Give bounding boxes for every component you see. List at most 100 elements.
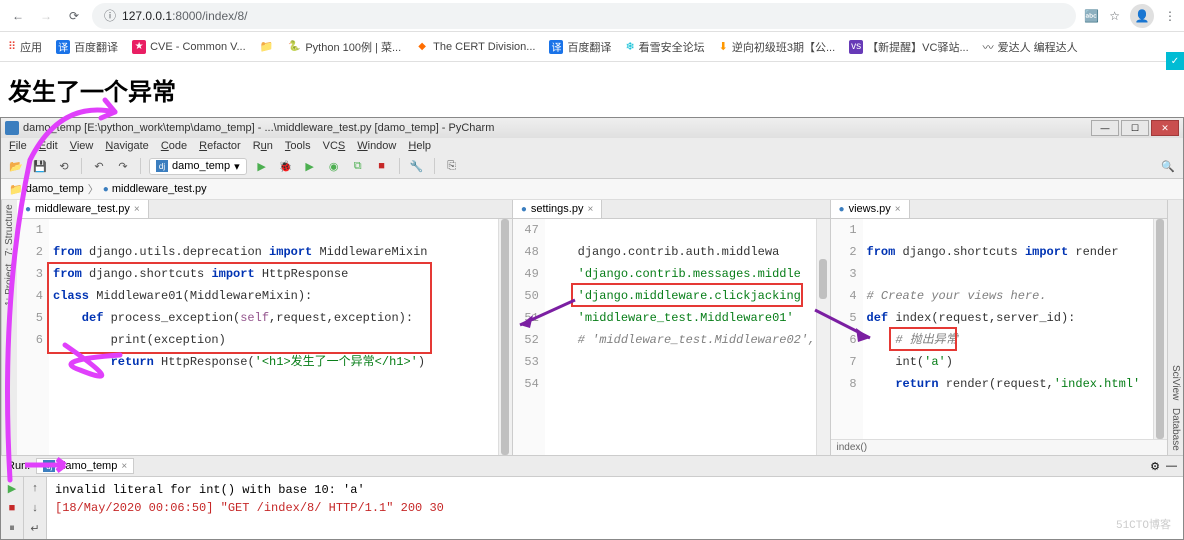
bookmark-cve[interactable]: ★CVE - Common V... [132,40,246,54]
debug-icon[interactable]: 🐞 [277,157,295,175]
bookmark-kanxue[interactable]: ❄看雪安全论坛 [625,39,704,55]
right-sidebar[interactable]: SciView Database [1167,200,1183,455]
bookmark-label: 爱达人 编程达人 [998,39,1078,55]
profile-avatar[interactable]: 👤 [1130,4,1154,28]
translate-icon[interactable]: 🔤 [1084,9,1099,23]
gear-icon[interactable]: ⚙ [1150,460,1160,473]
wrench-icon[interactable]: 🔧 [408,157,426,175]
refresh-icon[interactable]: ⟲ [55,157,73,175]
menubar: File Edit View Navigate Code Refactor Ru… [1,138,1183,154]
run-config-selector[interactable]: djdamo_temp▾ [149,158,247,175]
close-tab-icon[interactable]: × [121,461,127,472]
code-middleware[interactable]: 123456 from django.utils.deprecation imp… [17,219,512,455]
code-settings[interactable]: 4748495051525354 django.contrib.auth.mid… [513,219,830,455]
run-tab[interactable]: djdamo_temp× [36,458,134,474]
bookmark-aidaren[interactable]: 〰爱达人 编程达人 [983,39,1078,55]
stop-run-icon[interactable]: ■ [3,499,21,517]
menu-file[interactable]: File [9,140,27,152]
run-toolbar: ▶ ■ ⏸ [1,477,24,539]
star-icon[interactable]: ☆ [1109,9,1120,23]
editor-views: ●views.py× 12345678 from django.shortcut… [831,200,1167,455]
scrollbar[interactable] [498,219,512,455]
database-tab[interactable]: Database [1170,408,1181,451]
run-toolbar-2: ↑ ↓ ↵ [24,477,47,539]
minimize-button[interactable]: — [1091,120,1119,136]
redo-icon[interactable]: ↷ [114,157,132,175]
bookmark-python100[interactable]: 🐍Python 100例 | 菜... [287,39,401,55]
ide-body: 1: Project 7: Structure ● middleware_test… [1,200,1183,455]
tab-label: views.py [849,203,891,215]
bookmark-label: 百度翻译 [567,39,611,55]
menu-navigate[interactable]: Navigate [105,140,148,152]
breadcrumb-root[interactable]: 📁damo_temp [9,183,84,196]
gutter: 123456 [17,219,49,455]
down-icon[interactable]: ↓ [26,499,44,517]
run-icon[interactable]: ▶ [253,157,271,175]
menu-window[interactable]: Window [357,140,396,152]
pause-icon[interactable]: ⏸ [3,519,21,537]
profile-icon[interactable]: ◉ [325,157,343,175]
save-icon[interactable]: 💾 [31,157,49,175]
bookmark-cert[interactable]: ◆The CERT Division... [415,40,535,54]
menu-view[interactable]: View [70,140,94,152]
structure-tab[interactable]: 7: Structure [4,204,15,256]
bookmark-vc[interactable]: vs【新提醒】VC驿站... [849,39,968,55]
wrap-icon[interactable]: ↵ [26,519,44,537]
console-output[interactable]: invalid literal for int() with base 10: … [47,477,1183,539]
breadcrumb-label: middleware_test.py [112,183,207,195]
bookmark-baidu2[interactable]: 译百度翻译 [549,39,611,55]
menu-run[interactable]: Run [253,140,273,152]
stop-icon[interactable]: ■ [373,157,391,175]
maximize-button[interactable]: ☐ [1121,120,1149,136]
back-button[interactable]: ← [8,6,28,26]
close-tab-icon[interactable]: × [587,204,593,215]
code-views[interactable]: 12345678 from django.shortcuts import re… [831,219,1167,439]
url-path: :8000/index/8/ [172,9,247,23]
bookmark-reverse[interactable]: ⬇逆向初级班3期【公... [719,39,836,55]
main-toolbar: 📂 💾 ⟲ ↶ ↷ djdamo_temp▾ ▶ 🐞 ▶ ◉ ⧉ ■ 🔧 ⎘ 🔍 [1,154,1183,179]
forward-button[interactable]: → [36,6,56,26]
bookmark-label: 看雪安全论坛 [639,39,705,55]
left-sidebar[interactable]: 1: Project 7: Structure [1,200,17,455]
undo-icon[interactable]: ↶ [90,157,108,175]
open-icon[interactable]: 📂 [7,157,25,175]
search-icon[interactable]: 🔍 [1159,157,1177,175]
project-tab[interactable]: 1: Project [4,264,15,306]
close-tab-icon[interactable]: × [134,204,140,215]
run-label: Run: [7,460,30,472]
gutter: 12345678 [831,219,863,439]
menu-tools[interactable]: Tools [285,140,311,152]
structure-icon[interactable]: ⎘ [443,157,461,175]
breadcrumb-file[interactable]: ●middleware_test.py [103,183,207,195]
scrollbar[interactable] [1153,219,1167,439]
close-tab-icon[interactable]: × [895,204,901,215]
minimize-panel-icon[interactable]: — [1166,460,1177,472]
bookmark-folder[interactable]: 📁 [260,40,274,53]
breadcrumb-bar: 📁damo_temp 〉 ●middleware_test.py [1,179,1183,200]
tab-views[interactable]: ●views.py× [831,200,910,218]
reload-button[interactable]: ⟳ [64,6,84,26]
menu-vcs[interactable]: VCS [323,140,346,152]
up-icon[interactable]: ↑ [26,479,44,497]
menu-refactor[interactable]: Refactor [199,140,241,152]
menu-code[interactable]: Code [161,140,187,152]
bookmark-baidu[interactable]: 译百度翻译 [56,39,118,55]
menu-edit[interactable]: Edit [39,140,58,152]
coverage-icon[interactable]: ▶ [301,157,319,175]
tab-settings[interactable]: ●settings.py× [513,200,602,218]
bookmark-label: 逆向初级班3期【公... [732,39,835,55]
scrollbar[interactable] [816,219,830,455]
concurrency-icon[interactable]: ⧉ [349,157,367,175]
python-icon: ● [521,204,527,215]
rerun-icon[interactable]: ▶ [3,479,21,497]
sciview-tab[interactable]: SciView [1170,365,1181,400]
close-button[interactable]: ✕ [1151,120,1179,136]
browser-toolbar: ← → ⟳ ⓘ 127.0.0.1:8000/index/8/ 🔤 ☆ 👤 ⋮ [0,0,1184,32]
menu-help[interactable]: Help [408,140,431,152]
tab-label: middleware_test.py [35,203,130,215]
apps-button[interactable]: ⠿应用 [8,39,42,55]
console-line-error: [18/May/2020 00:06:50] "GET /index/8/ HT… [55,499,1175,517]
menu-icon[interactable]: ⋮ [1164,9,1176,23]
address-bar[interactable]: ⓘ 127.0.0.1:8000/index/8/ [92,3,1076,29]
tab-middleware[interactable]: ●middleware_test.py× [17,200,149,218]
